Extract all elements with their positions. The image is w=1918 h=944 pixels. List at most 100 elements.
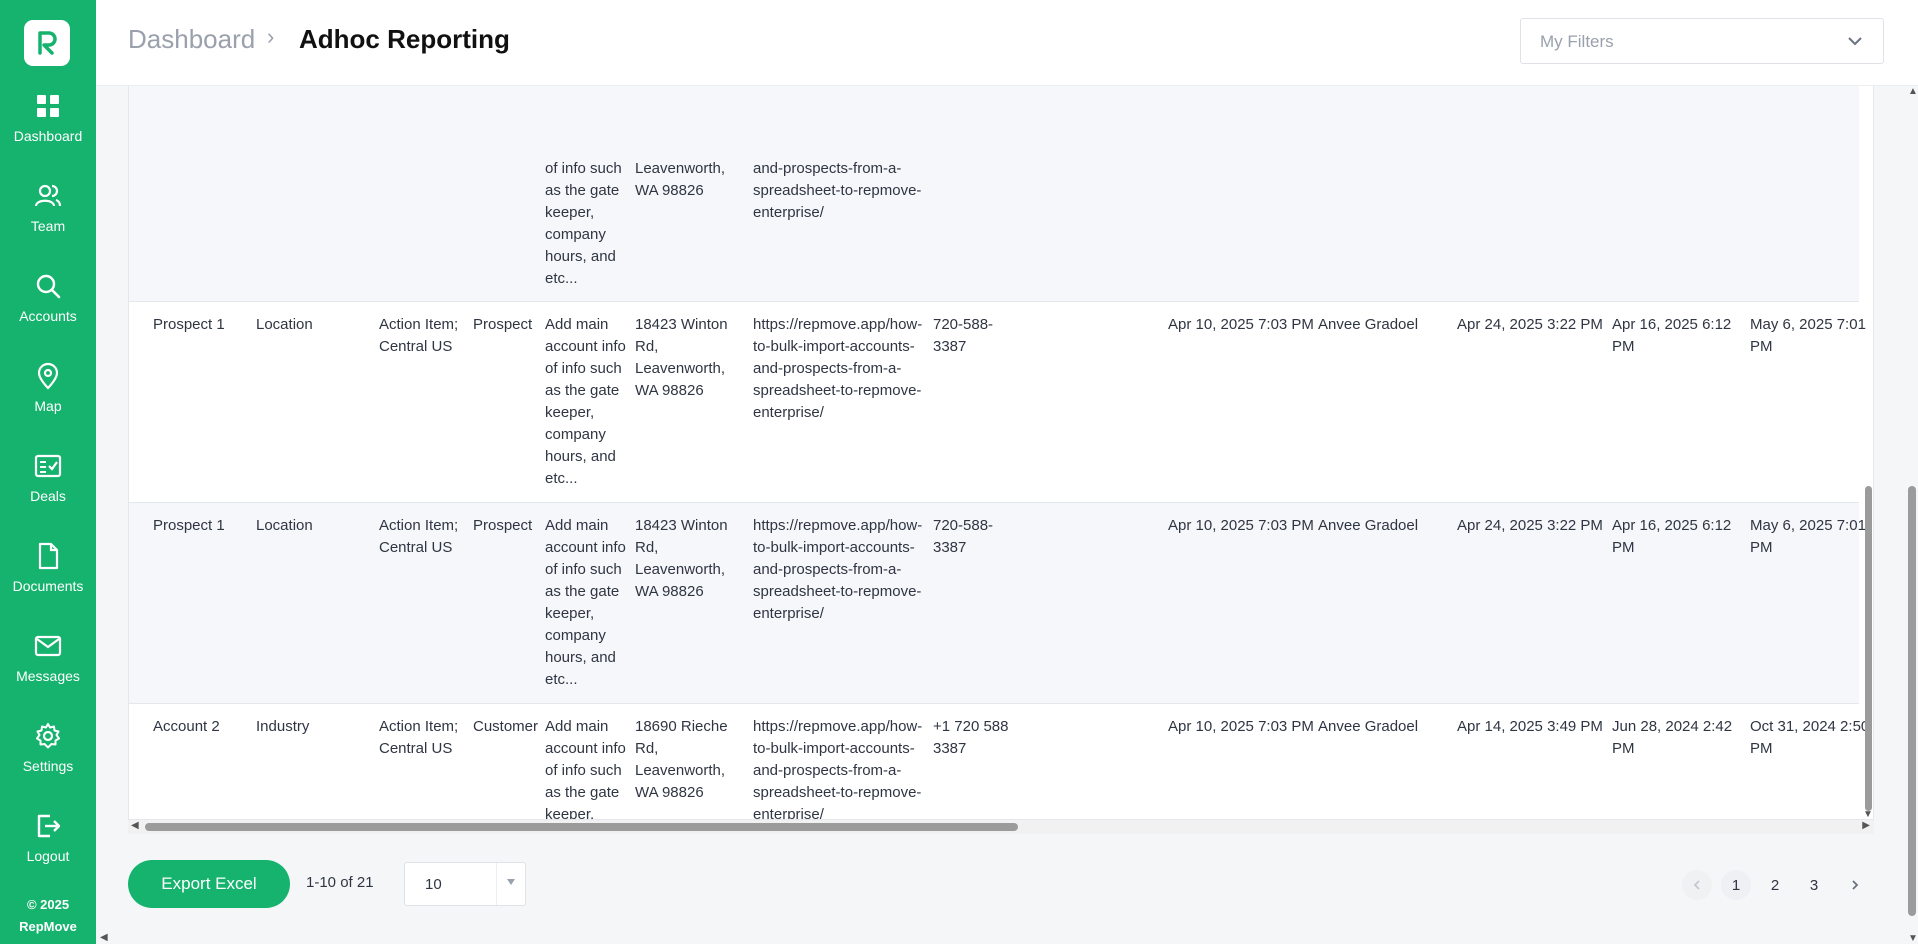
cell-address: 18690 Rieche Rd, Leavenworth, WA 98826 (635, 718, 728, 801)
page-scroll-up-arrow-icon[interactable]: ▲ (1908, 86, 1918, 97)
cell-owner: Anvee Gradoel (1318, 718, 1419, 735)
nav-settings[interactable]: Settings (0, 722, 96, 798)
chevron-right-icon (1852, 880, 1859, 890)
cell-updated: Apr 24, 2025 3:22 PM (1457, 316, 1603, 333)
cell-status: Prospect (473, 316, 533, 333)
cell-tags: Action Item; Central US (379, 316, 459, 355)
nav-messages[interactable]: Messages (0, 632, 96, 708)
page-button-3[interactable]: 3 (1799, 870, 1829, 900)
breadcrumb-dashboard[interactable]: Dashboard (128, 24, 255, 55)
table-horizontal-scroll-thumb[interactable] (145, 823, 1018, 831)
cell-address: 18423 Winton Rd, Leavenworth, WA 98826 (635, 517, 728, 600)
rows-per-page-select[interactable]: 10 (404, 862, 526, 906)
cell-last-visit: Apr 16, 2025 6:12 PM (1612, 517, 1732, 556)
page-vertical-scroll-thumb[interactable] (1908, 486, 1916, 916)
cell-created: Apr 10, 2025 7:03 PM (1168, 517, 1314, 534)
scroll-right-arrow-icon[interactable]: ▶ (1862, 820, 1870, 831)
grid-icon (37, 95, 59, 117)
my-filters-dropdown[interactable]: My Filters (1520, 18, 1884, 64)
cell-next-visit: May 6, 2025 7:01 PM (1750, 316, 1866, 355)
cell-link[interactable]: https://repmove.app/how-to-bulk-import-a… (753, 716, 931, 819)
sidebar: Dashboard Team Accounts Map Deals Docume… (0, 0, 96, 944)
header: Dashboard › Adhoc Reporting My Filters (96, 0, 1918, 86)
table-row[interactable]: Account 2 Industry Action Item; Central … (129, 704, 1869, 820)
page-button-2[interactable]: 2 (1760, 870, 1790, 900)
cell-description: Add main account info of info such as th… (545, 718, 626, 820)
nav-dashboard-label: Dashboard (13, 128, 83, 144)
my-filters-placeholder: My Filters (1540, 32, 1614, 51)
table-row[interactable]: of info such as the gate keeper, company… (129, 86, 1859, 302)
cell-last-visit: Apr 16, 2025 6:12 PM (1612, 316, 1732, 355)
copyright-year: © 2025 (26, 897, 70, 912)
logout-icon (37, 814, 61, 838)
cell-name: Prospect 1 (153, 316, 225, 333)
table-vertical-scrollbar[interactable]: ▼ (1862, 86, 1874, 820)
cell-status: Customer (473, 718, 539, 735)
cell-owner: Anvee Gradoel (1318, 316, 1419, 333)
select-divider (496, 863, 497, 905)
export-excel-button[interactable]: Export Excel (128, 860, 290, 908)
next-page-button[interactable] (1840, 870, 1870, 900)
scroll-down-arrow-icon[interactable]: ▼ (1863, 809, 1873, 820)
cell-updated: Apr 14, 2025 3:49 PM (1457, 718, 1603, 735)
nav-team[interactable]: Team (0, 182, 96, 258)
search-icon (36, 274, 61, 299)
cell-description: Add main account info of info such as th… (545, 316, 626, 487)
nav-logout-label: Logout (26, 848, 70, 864)
page-vertical-scrollbar[interactable]: ▲ ▼ (1906, 86, 1918, 944)
nav-map-label: Map (34, 398, 62, 414)
nav-map[interactable]: Map (0, 362, 96, 438)
checklist-icon (34, 454, 62, 478)
rows-per-page-value: 10 (425, 876, 442, 893)
nav-documents[interactable]: Documents (0, 542, 96, 618)
cell-phone: 720-588-3387 (933, 316, 994, 355)
cell-address: 18423 Winton Rd, Leavenworth, WA 98826 (635, 316, 728, 399)
logo-mark-icon (38, 31, 57, 55)
cell-link[interactable]: https://repmove.app/how-to-bulk-import-a… (753, 314, 931, 424)
cell-link[interactable]: https://repmove.app/how-to-bulk-import-a… (753, 515, 931, 625)
table-horizontal-scrollbar[interactable]: ◀ ▶ (128, 820, 1874, 834)
nav-dashboard[interactable]: Dashboard (0, 92, 96, 168)
cell-owner: Anvee Gradoel (1318, 517, 1419, 534)
page-button-1[interactable]: 1 (1721, 870, 1751, 900)
caret-down-icon (507, 879, 515, 885)
cell-name: Account 2 (153, 718, 220, 735)
cell-created: Apr 10, 2025 7:03 PM (1168, 316, 1314, 333)
cell-next-visit: May 6, 2025 7:01 PM (1750, 517, 1866, 556)
document-icon (38, 542, 59, 570)
cell-last-visit: Jun 28, 2024 2:42 PM (1612, 718, 1733, 757)
cell-description: Add main account info of info such as th… (545, 517, 626, 688)
breadcrumb-chevron-icon: › (267, 24, 275, 49)
map-pin-icon (37, 362, 59, 390)
gear-icon (36, 723, 60, 749)
page-horizontal-scrollbar[interactable]: ◀ (96, 932, 1906, 944)
copyright-brand: RepMove (19, 919, 77, 934)
cell-link[interactable]: and-prospects-from-a-spreadsheet-to-repm… (753, 158, 931, 224)
nav-accounts-label: Accounts (19, 308, 77, 324)
repmove-logo[interactable] (24, 20, 70, 66)
cell-created: Apr 10, 2025 7:03 PM (1168, 718, 1314, 735)
table-row[interactable]: Prospect 1 Location Action Item; Central… (129, 302, 1866, 503)
mail-icon (34, 635, 62, 657)
cell-next-visit: Oct 31, 2024 2:50 PM (1750, 718, 1870, 757)
nav-deals-label: Deals (30, 488, 66, 504)
cell-tags: Action Item; Central US (379, 517, 459, 556)
page-title: Adhoc Reporting (299, 24, 510, 54)
nav-logout[interactable]: Logout (0, 812, 96, 888)
nav-accounts[interactable]: Accounts (0, 272, 96, 348)
cell-phone: 720-588-3387 (933, 517, 994, 556)
scroll-left-arrow-icon[interactable]: ◀ (131, 820, 139, 831)
users-icon (34, 184, 62, 207)
copyright: © 2025 RepMove (0, 894, 96, 938)
report-table: of info such as the gate keeper, company… (128, 86, 1874, 820)
nav-team-label: Team (30, 218, 66, 234)
nav-deals[interactable]: Deals (0, 452, 96, 528)
cell-address: Leavenworth, WA 98826 (635, 160, 726, 199)
nav-settings-label: Settings (22, 758, 74, 774)
cell-name: Prospect 1 (153, 517, 225, 534)
page-scroll-down-arrow-icon[interactable]: ▼ (1908, 933, 1918, 944)
prev-page-button[interactable] (1682, 870, 1712, 900)
table-row[interactable]: Prospect 1 Location Action Item; Central… (129, 503, 1866, 704)
table-vertical-scroll-thumb[interactable] (1865, 486, 1872, 811)
page-scroll-left-arrow-icon[interactable]: ◀ (100, 932, 108, 943)
